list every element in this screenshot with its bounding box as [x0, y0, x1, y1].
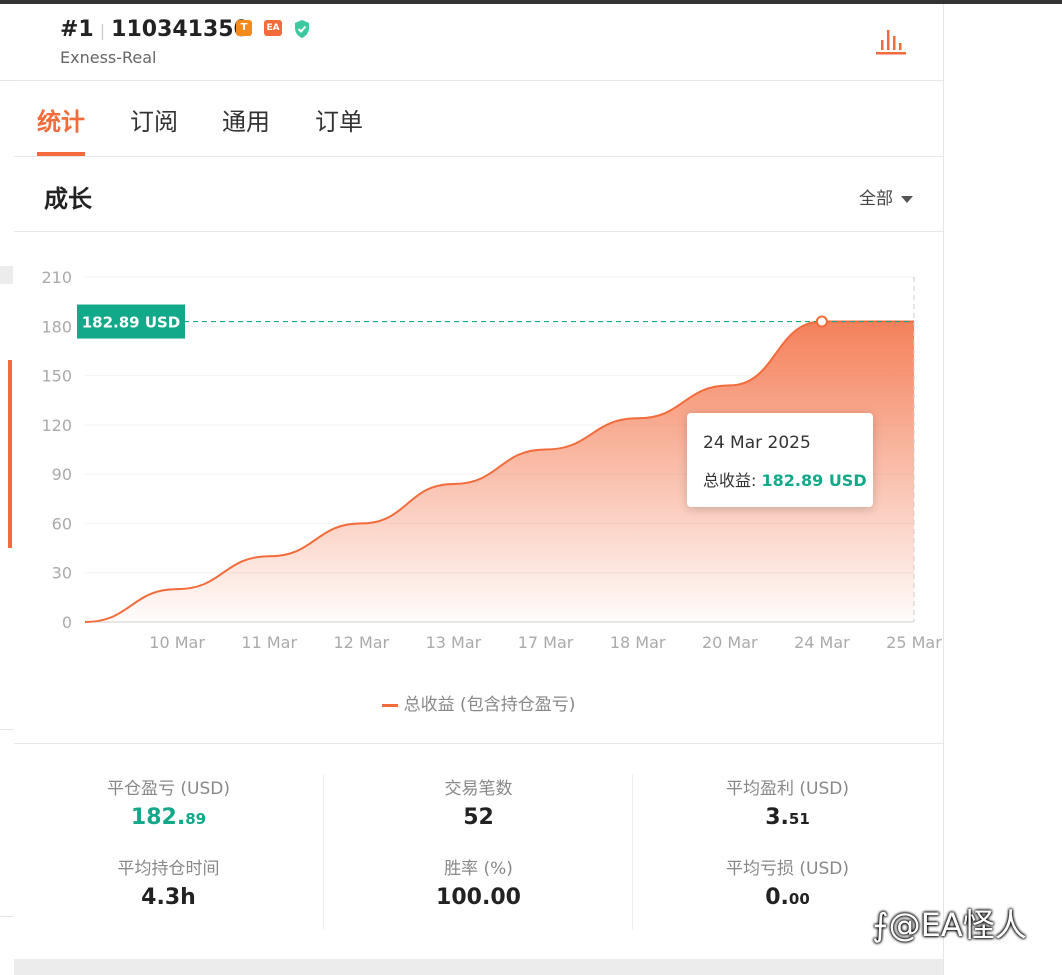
y-tick-label: 90: [52, 465, 72, 484]
range-select-value: 全部: [859, 189, 893, 209]
scroll-track: [0, 266, 13, 284]
avg-loss-label: 平均亏损 (USD): [726, 859, 849, 879]
account-detail-panel: #1 | 110341350 T EA Exness-Real 统计 订阅 通用 订单…: [14, 4, 944, 975]
avg-profit-int: 3.: [765, 805, 789, 830]
caret-down-icon: [901, 195, 913, 203]
current-value-tag-label: 182.89 USD: [82, 314, 181, 332]
y-tick-label: 120: [41, 416, 72, 435]
chart-legend[interactable]: 总收益 (包含持仓盈亏): [14, 690, 943, 715]
x-tick-label: 24 Mar: [794, 633, 850, 652]
win-rate-label: 胜率 (%): [444, 859, 513, 879]
tooltip-date: 24 Mar 2025: [703, 433, 811, 453]
left-sidebar-stub: [0, 4, 15, 975]
x-tick-label: 20 Mar: [702, 633, 758, 652]
watermark-label: @EA怪人: [888, 906, 1027, 944]
bar-chart-icon: [876, 30, 906, 55]
x-tick-label: 17 Mar: [518, 633, 574, 652]
chart-view-button[interactable]: [874, 26, 908, 56]
y-tick-label: 150: [41, 367, 72, 386]
tab-general[interactable]: 通用: [222, 102, 270, 137]
closed-pl-label: 平仓盈亏 (USD): [107, 779, 230, 799]
x-tick-label: 11 Mar: [241, 633, 297, 652]
title-separator: |: [99, 21, 106, 40]
section-title: 成长: [44, 185, 92, 213]
divider: [0, 80, 14, 81]
y-tick-label: 210: [41, 268, 72, 287]
chart-tooltip: 24 Mar 2025 总收益: 182.89 USD: [687, 413, 873, 507]
server-name: Exness-Real: [60, 48, 157, 67]
y-tick-label: 180: [41, 317, 72, 336]
closed-pl-dec: 89: [185, 810, 207, 828]
stats-column: 平仓盈亏 (USD) 182.89 平均持仓时间 4.3h: [14, 774, 323, 930]
account-title: #1 | 110341350: [60, 17, 249, 42]
account-number: 110341350: [111, 17, 249, 42]
divider: [0, 729, 14, 730]
type-badge: T: [236, 20, 252, 36]
tooltip-label: 总收益:: [703, 471, 757, 490]
y-tick-label: 0: [62, 613, 72, 632]
growth-chart: 182.89 USD 0 30 60 90 120 150 180 210 10 Mar 11 M…: [14, 232, 943, 742]
stats-grid: 平仓盈亏 (USD) 182.89 平均持仓时间 4.3h 交易笔数 52 胜率…: [14, 743, 943, 959]
avg-profit-label: 平均盈利 (USD): [726, 779, 849, 799]
active-tab-underline: [37, 152, 85, 156]
x-tick-label: 13 Mar: [426, 633, 482, 652]
bottom-strip: [14, 959, 943, 975]
y-tick-label: 30: [52, 564, 72, 583]
stats-column: 交易笔数 52 胜率 (%) 100.00: [323, 774, 633, 930]
tab-bar: 统计 订阅 通用 订单: [14, 81, 943, 157]
avg-hold-label: 平均持仓时间: [117, 859, 220, 879]
verified-shield-icon: [294, 20, 310, 38]
ea-badge: EA: [264, 20, 282, 36]
tab-orders[interactable]: 订单: [315, 102, 363, 137]
avg-loss-dec: 00: [788, 890, 810, 908]
tab-subscribe[interactable]: 订阅: [130, 102, 178, 137]
hover-point: [815, 315, 828, 328]
trades-value: 52: [463, 805, 494, 830]
account-rank: #1: [60, 17, 94, 42]
tooltip-value: 182.89 USD: [761, 471, 867, 490]
trades-label: 交易笔数: [444, 779, 513, 799]
avg-loss-int: 0.: [765, 885, 789, 910]
y-tick-label: 60: [52, 514, 72, 533]
x-tick-label: 10 Mar: [149, 633, 205, 652]
growth-section-header: 成长 全部: [14, 157, 943, 232]
account-header: #1 | 110341350 T EA Exness-Real: [14, 4, 943, 81]
closed-pl-value: 182.89: [14, 805, 323, 830]
tooltip-row: 总收益: 182.89 USD: [703, 467, 867, 491]
avg-hold-value: 4.3h: [141, 885, 196, 910]
account-badges: T EA: [236, 20, 322, 38]
closed-pl-int: 182.: [130, 805, 186, 830]
divider: [0, 916, 14, 917]
legend-swatch: [381, 703, 398, 707]
avg-profit-dec: 51: [788, 810, 810, 828]
x-tick-label: 18 Mar: [610, 633, 666, 652]
active-indicator: [8, 360, 12, 548]
range-select[interactable]: 全部: [859, 184, 913, 209]
tab-statistics[interactable]: 统计: [37, 102, 85, 137]
x-tick-label: 25 Mar: [886, 633, 942, 652]
legend-label: 总收益 (包含持仓盈亏): [403, 695, 576, 715]
x-tick-label: 12 Mar: [334, 633, 390, 652]
watermark-text: ⨍@EA怪人: [872, 906, 1027, 944]
avg-profit-value: 3.51: [633, 805, 942, 830]
win-rate-value: 100.00: [436, 885, 521, 910]
